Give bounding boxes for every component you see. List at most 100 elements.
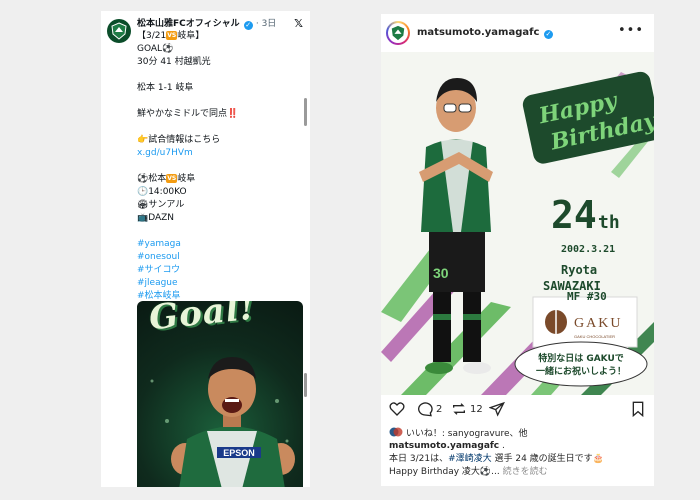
x-post-line: 🕒14:00KO bbox=[137, 186, 303, 199]
caption-username[interactable]: matsumoto.yamagafc bbox=[389, 441, 499, 451]
ig-action-bar: 2 12 bbox=[389, 401, 647, 421]
account-name[interactable]: 松本山雅FCオフィシャル bbox=[137, 19, 240, 29]
post-link[interactable]: #サイコウ bbox=[137, 265, 180, 275]
instagram-post-card: matsumoto.yamagafc ✓ ••• Happy Birthday bbox=[381, 14, 654, 486]
x-post-line: 📺DAZN bbox=[137, 212, 303, 225]
post-text: ⚽松本 bbox=[137, 174, 167, 184]
club-avatar[interactable] bbox=[107, 19, 131, 43]
caption-prefix: 本日 3/21は、 bbox=[389, 454, 449, 464]
ig-username-row[interactable]: matsumoto.yamagafc ✓ bbox=[417, 27, 553, 39]
post-text: 🏟サンアル bbox=[137, 200, 185, 210]
age-number: 24 bbox=[551, 193, 597, 237]
verified-badge-icon: ✓ bbox=[243, 21, 253, 30]
bookmark-icon bbox=[632, 401, 644, 417]
x-post-line bbox=[137, 95, 303, 108]
x-post-line: 👉試合情報はこちら bbox=[137, 134, 303, 147]
share-button[interactable] bbox=[489, 401, 505, 417]
comments-count: 2 bbox=[436, 403, 443, 415]
x-post-line bbox=[137, 225, 303, 238]
post-link[interactable]: #jleague bbox=[137, 278, 178, 288]
goal-title: Goal! bbox=[147, 301, 258, 339]
read-more-link[interactable]: 続きを読む bbox=[500, 467, 548, 477]
x-post-line bbox=[137, 121, 303, 134]
caption-suffix: 選手 24 歳の誕生日です🎂 bbox=[491, 454, 604, 464]
ig-post-header: matsumoto.yamagafc ✓ ••• bbox=[381, 14, 654, 52]
position-text: MF #30 bbox=[567, 290, 607, 303]
ig-avatar[interactable] bbox=[386, 21, 410, 45]
post-link[interactable]: #yamaga bbox=[137, 239, 181, 249]
x-post-line: 鮮やかなミドルで同点‼️ bbox=[137, 108, 303, 121]
caption-hashtag[interactable]: #澤崎凌大 bbox=[448, 454, 492, 464]
post-text: 松本 1-1 岐阜 bbox=[137, 83, 194, 93]
caption-line-4: Happy Birthday 凌大⚽... 続きを読む bbox=[389, 466, 651, 479]
x-post-line: 🏟サンアル bbox=[137, 199, 303, 212]
liker-avatar-icon bbox=[389, 427, 403, 437]
x-post-card: 松本山雅FCオフィシャル ✓ · 3日 𝕏 【3/21VS岐阜】 GOAL⚽ 30分… bbox=[101, 11, 310, 487]
birthdate: 2002.3.21 bbox=[561, 244, 615, 255]
post-link[interactable]: #onesoul bbox=[137, 252, 180, 262]
sponsor-name: GAKU bbox=[574, 316, 622, 331]
x-post-line: ⚽松本VS岐阜 bbox=[137, 173, 303, 186]
likes-text: いいね！: sanyogravure、他 bbox=[405, 429, 528, 439]
sponsor-sub: GAKU CHOCOLATIER bbox=[574, 334, 615, 339]
shirt-sponsor: EPSON bbox=[223, 448, 255, 458]
repost-icon bbox=[453, 403, 465, 415]
scrollbar-thumb[interactable] bbox=[304, 98, 307, 126]
x-post-line: 30分 41 村越凱光 bbox=[137, 56, 303, 69]
repost-button[interactable]: 12 bbox=[451, 401, 483, 417]
caption-user-row: matsumoto.yamagafc . bbox=[389, 440, 651, 453]
bubble-line-2: 一緒にお祝いしよう！ bbox=[536, 365, 626, 377]
comment-icon bbox=[418, 402, 433, 417]
send-icon bbox=[489, 401, 505, 417]
likes-row[interactable]: いいね！: sanyogravure、他 bbox=[389, 427, 651, 440]
post-text: 【3/21 bbox=[137, 31, 167, 41]
x-post-line: 【3/21VS岐阜】 bbox=[137, 30, 303, 43]
caption-after-user: . bbox=[499, 441, 505, 451]
age-suffix: th bbox=[598, 212, 620, 233]
more-options-icon[interactable]: ••• bbox=[618, 23, 644, 38]
x-post-line[interactable]: x.gd/u7HVm bbox=[137, 147, 303, 160]
birthday-graphic-art: Happy Birthday 30 GAKU GAKU CHOCOLATIER … bbox=[381, 71, 654, 395]
post-text: 👉試合情報はこちら bbox=[137, 135, 221, 145]
birthday-graphic[interactable]: Happy Birthday 30 GAKU GAKU CHOCOLATIER … bbox=[381, 52, 654, 395]
ig-username[interactable]: matsumoto.yamagafc bbox=[417, 27, 539, 38]
player-celebrating-illustration: EPSON bbox=[171, 357, 295, 487]
caption-line4-text: Happy Birthday 凌大⚽... bbox=[389, 467, 500, 477]
heart-icon bbox=[389, 402, 405, 416]
scrollbar-thumb-lower[interactable] bbox=[304, 373, 307, 397]
x-post-line: 松本 1-1 岐阜 bbox=[137, 82, 303, 95]
goal-image[interactable]: Goal! EPSON bbox=[137, 301, 303, 487]
reposts-count: 12 bbox=[470, 403, 483, 415]
comment-button[interactable]: 2 bbox=[417, 401, 442, 417]
post-text: 岐阜】 bbox=[177, 31, 205, 41]
x-post-line[interactable]: #サイコウ bbox=[137, 264, 303, 277]
verified-badge-icon: ✓ bbox=[543, 30, 553, 39]
vs-badge: VS bbox=[166, 174, 178, 183]
x-post-line: GOAL⚽ bbox=[137, 43, 303, 56]
post-text: GOAL⚽ bbox=[137, 44, 174, 54]
x-post-line bbox=[137, 69, 303, 82]
post-time[interactable]: · 3日 bbox=[256, 19, 276, 29]
post-text: 鮮やかなミドルで同点‼️ bbox=[137, 109, 239, 119]
caption-line-3: 本日 3/21は、#澤崎凌大 選手 24 歳の誕生日です🎂 bbox=[389, 453, 651, 466]
post-link[interactable]: x.gd/u7HVm bbox=[137, 148, 193, 158]
x-post-line[interactable]: #jleague bbox=[137, 277, 303, 290]
x-post-text: 【3/21VS岐阜】 GOAL⚽ 30分 41 村越凱光 松本 1-1 岐阜 鮮やかなミ… bbox=[137, 30, 303, 303]
first-name: Ryota bbox=[561, 263, 597, 277]
vs-badge: VS bbox=[166, 31, 178, 40]
x-post-line[interactable]: #onesoul bbox=[137, 251, 303, 264]
club-crest-icon bbox=[111, 22, 127, 40]
post-text: 📺DAZN bbox=[137, 213, 175, 223]
club-crest-icon bbox=[391, 25, 405, 41]
x-logo-icon[interactable]: 𝕏 bbox=[294, 17, 303, 30]
post-text: 30分 41 村越凱光 bbox=[137, 57, 211, 67]
x-post-line[interactable]: #yamaga bbox=[137, 238, 303, 251]
bubble-line-1: 特別な日は GAKUで bbox=[538, 352, 624, 364]
save-button[interactable] bbox=[631, 401, 645, 417]
post-link[interactable]: #松本岐阜 bbox=[137, 291, 181, 301]
shorts-number: 30 bbox=[433, 265, 449, 281]
like-button[interactable] bbox=[389, 401, 405, 417]
ig-caption: いいね！: sanyogravure、他 matsumoto.yamagafc … bbox=[389, 427, 651, 479]
post-text: 岐阜 bbox=[177, 174, 196, 184]
post-text: 🕒14:00KO bbox=[137, 187, 187, 197]
